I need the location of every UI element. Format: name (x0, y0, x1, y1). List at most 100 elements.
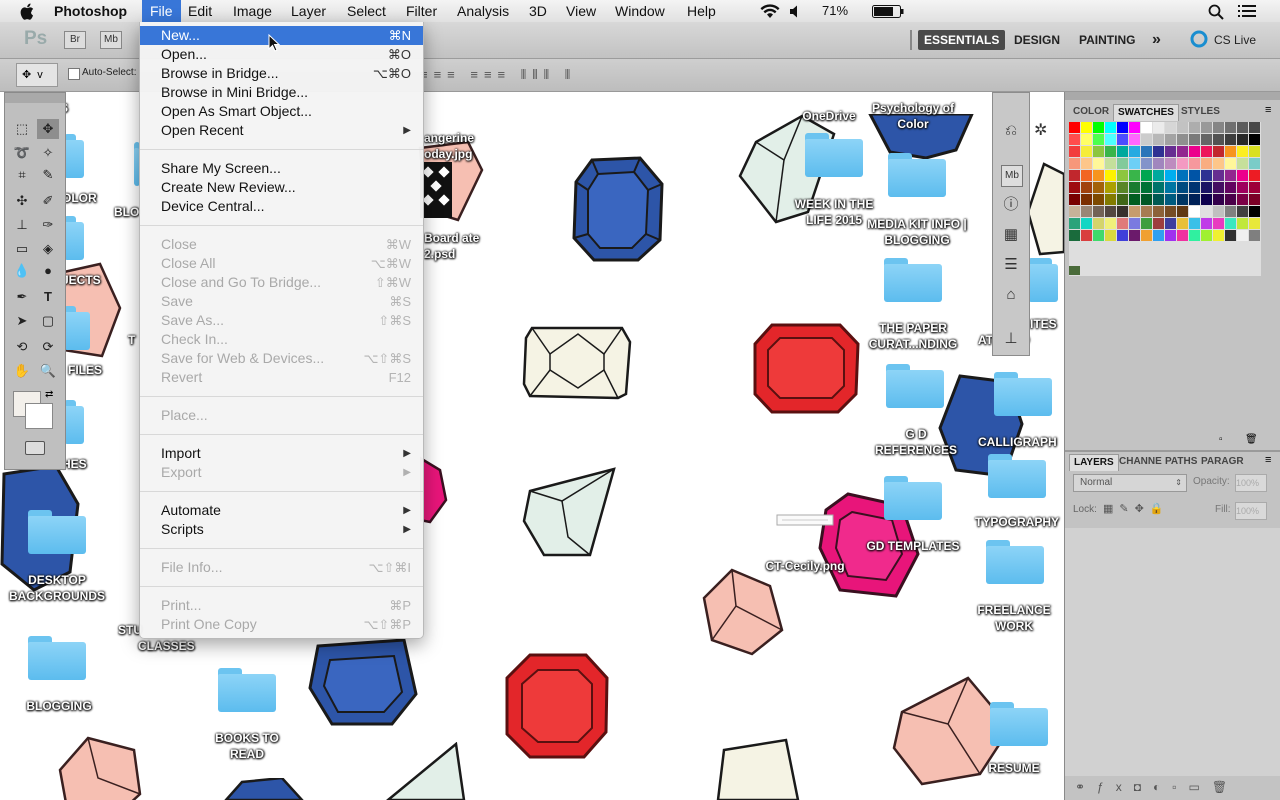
file-thumbnail-checker[interactable] (420, 162, 452, 218)
color-swatch[interactable] (1201, 182, 1212, 193)
brush-tool-icon[interactable]: ✐ (37, 191, 59, 211)
color-swatch[interactable] (1117, 134, 1128, 145)
menu-item-import[interactable]: Import ▶ (140, 444, 423, 463)
bridge-button[interactable]: Br (64, 31, 86, 49)
color-swatch[interactable] (1201, 146, 1212, 157)
color-swatch[interactable] (1081, 158, 1092, 169)
panel-dock-header[interactable] (1065, 92, 1280, 100)
color-swatch[interactable] (1225, 218, 1236, 229)
volume-icon[interactable] (789, 5, 803, 18)
color-swatch[interactable] (1105, 218, 1116, 229)
color-swatch[interactable] (1213, 146, 1224, 157)
color-swatch[interactable] (1165, 206, 1176, 217)
color-swatch[interactable] (1141, 122, 1152, 133)
delete-swatch-icon[interactable]: 🗑 (1245, 434, 1258, 445)
color-swatch[interactable] (1213, 170, 1224, 181)
desktop-label[interactable]: CT-Cecily.png (750, 558, 860, 574)
folder-icon[interactable] (64, 400, 84, 444)
workspace-painting[interactable]: PAINTING (1073, 30, 1141, 50)
lock-icons[interactable]: ▦✎✥🔒 (1103, 502, 1170, 515)
menu-3d[interactable]: 3D (521, 0, 555, 22)
new-swatch-icon[interactable]: ▫ (1219, 434, 1223, 445)
color-swatch[interactable] (1153, 122, 1164, 133)
desktop-label[interactable]: TYPOGRAPHY (972, 514, 1062, 530)
menu-item-automate[interactable]: Automate ▶ (140, 501, 423, 520)
swap-colors-icon[interactable]: ⇄ (45, 389, 53, 400)
color-swatch[interactable] (1225, 182, 1236, 193)
color-swatch[interactable] (1105, 122, 1116, 133)
color-swatch[interactable] (1129, 194, 1140, 205)
folder-icon[interactable] (805, 133, 863, 177)
color-swatch[interactable] (1237, 122, 1248, 133)
info-panel-icon[interactable]: ⓘ (1001, 195, 1021, 215)
color-swatch[interactable] (1093, 230, 1104, 241)
color-swatch[interactable] (1081, 170, 1092, 181)
color-swatch[interactable] (1069, 230, 1080, 241)
color-swatch[interactable] (1237, 134, 1248, 145)
color-swatch[interactable] (1069, 170, 1080, 181)
healing-tool-icon[interactable]: ✣ (11, 191, 33, 211)
magic-wand-tool-icon[interactable]: ✧ (37, 143, 59, 163)
color-swatch[interactable] (1117, 218, 1128, 229)
desktop-label[interactable]: GD TEMPLATES (858, 538, 968, 554)
blend-mode-select[interactable]: Normal ⇕ (1073, 474, 1187, 492)
color-swatch[interactable] (1129, 170, 1140, 181)
navigator-panel-icon[interactable]: ✲ (1034, 120, 1047, 140)
color-swatch[interactable] (1249, 218, 1260, 229)
tab-swatches[interactable]: SWATCHES (1113, 104, 1179, 121)
menu-select[interactable]: Select (339, 0, 394, 22)
color-swatch[interactable] (1105, 182, 1116, 193)
color-swatch[interactable] (1225, 134, 1236, 145)
color-swatch[interactable] (1069, 194, 1080, 205)
desktop-label[interactable]: JECTS (62, 272, 122, 288)
color-swatch[interactable] (1129, 122, 1140, 133)
color-swatch[interactable] (1093, 134, 1104, 145)
align-buttons[interactable]: ≡≡≡ ≡≡≡ ⫴⫴⫴ ⫴ (420, 67, 576, 83)
color-swatch[interactable] (1201, 122, 1212, 133)
menu-item-open[interactable]: Open... ⌘O (140, 45, 423, 64)
marquee-tool-icon[interactable]: ⬚ (11, 119, 33, 139)
color-swatch[interactable] (1201, 134, 1212, 145)
color-swatch[interactable] (1081, 134, 1092, 145)
color-swatch[interactable] (1117, 170, 1128, 181)
clone-source-panel-icon[interactable]: ⊥ (1001, 329, 1021, 349)
color-swatch[interactable] (1069, 146, 1080, 157)
folder-icon[interactable] (986, 540, 1044, 584)
mini-bridge-panel-icon[interactable]: Mb (1001, 165, 1023, 187)
color-swatch[interactable] (1081, 218, 1092, 229)
tab-paths[interactable]: PATHS (1161, 454, 1201, 470)
color-swatch[interactable] (1177, 146, 1188, 157)
color-swatch[interactable] (1141, 182, 1152, 193)
color-swatch[interactable] (1093, 182, 1104, 193)
color-swatch[interactable] (1141, 146, 1152, 157)
color-swatch[interactable] (1117, 158, 1128, 169)
color-swatch[interactable] (1201, 158, 1212, 169)
color-swatch[interactable] (1069, 206, 1080, 217)
color-swatch[interactable] (1105, 194, 1116, 205)
tool-preset-picker[interactable]: ✥ v (16, 63, 58, 87)
quick-mask-icon[interactable] (25, 441, 45, 455)
color-swatch[interactable] (1141, 230, 1152, 241)
color-swatch[interactable] (1249, 230, 1260, 241)
history-brush-tool-icon[interactable]: ✑ (37, 215, 59, 235)
wifi-icon[interactable] (760, 4, 780, 19)
zoom-tool-icon[interactable]: 🔍 (37, 361, 59, 381)
color-swatch[interactable] (1237, 230, 1248, 241)
desktop-label[interactable]: BOOKS TO READ (212, 730, 282, 762)
folder-icon[interactable] (1028, 258, 1058, 302)
cs-live-icon[interactable] (1190, 30, 1208, 48)
folder-icon[interactable] (888, 153, 946, 197)
menu-item-create-new-review[interactable]: Create New Review... (140, 178, 423, 197)
color-swatch[interactable] (1141, 194, 1152, 205)
color-swatch[interactable] (1129, 134, 1140, 145)
color-swatch[interactable] (1069, 134, 1080, 145)
menu-item-browse-in-mini-bridge[interactable]: Browse in Mini Bridge... (140, 83, 423, 102)
apple-icon[interactable] (20, 3, 36, 20)
desktop-label[interactable]: BLOGGING (4, 698, 114, 714)
more-workspaces-button[interactable]: » (1146, 30, 1167, 50)
color-swatch[interactable] (1201, 194, 1212, 205)
color-swatch[interactable] (1129, 206, 1140, 217)
color-swatch[interactable] (1213, 218, 1224, 229)
paint-bucket-tool-icon[interactable]: ◈ (37, 239, 59, 259)
color-swatch[interactable] (1129, 158, 1140, 169)
